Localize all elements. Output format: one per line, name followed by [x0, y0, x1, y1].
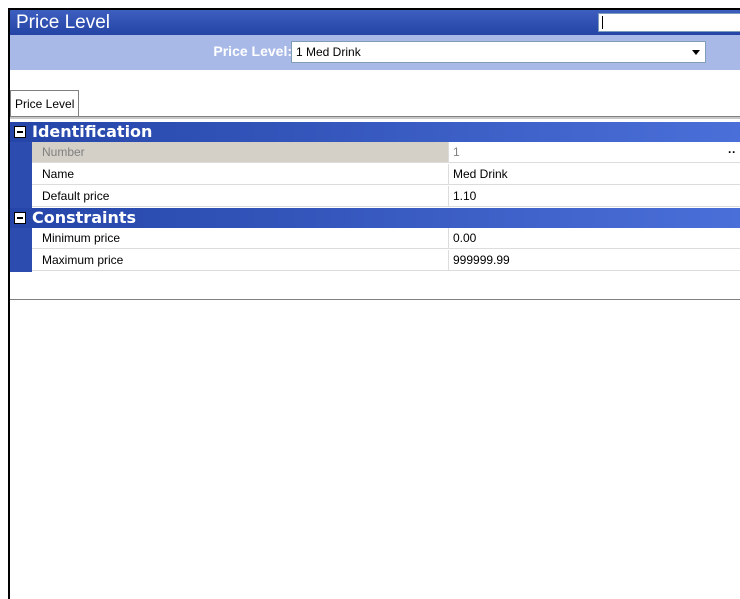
price-level-label: Price Level: — [213, 43, 292, 59]
property-value[interactable]: 999999.99 — [449, 250, 740, 271]
text-caret — [602, 16, 603, 29]
property-row-default-price[interactable]: Default price 1.10 — [10, 186, 740, 208]
property-name: Maximum price — [32, 250, 449, 271]
property-value[interactable]: 1.10 — [449, 186, 740, 207]
property-row-minimum-price[interactable]: Minimum price 0.00 — [10, 228, 740, 250]
collapse-icon[interactable] — [14, 126, 26, 138]
tab-price-level[interactable]: Price Level — [10, 90, 80, 116]
row-gutter — [10, 164, 32, 186]
property-name: Minimum price — [32, 228, 449, 249]
property-value[interactable]: 1 ·· — [449, 142, 740, 163]
search-input[interactable] — [598, 13, 740, 32]
property-name: Name — [32, 164, 449, 185]
property-value[interactable]: 0.00 — [449, 228, 740, 249]
collapse-icon[interactable] — [14, 212, 26, 224]
chevron-down-icon[interactable] — [687, 42, 705, 62]
window-frame: Price Level Price Level: 1 Med Drink Pri… — [8, 8, 740, 599]
selector-bar: Price Level: 1 Med Drink — [10, 35, 740, 70]
property-value[interactable]: Med Drink — [449, 164, 740, 185]
category-constraints[interactable]: Constraints — [10, 208, 740, 228]
property-row-number[interactable]: Number 1 ·· — [10, 142, 740, 164]
property-row-maximum-price[interactable]: Maximum price 999999.99 — [10, 250, 740, 272]
row-gutter — [10, 186, 32, 208]
property-row-name[interactable]: Name Med Drink — [10, 164, 740, 186]
property-name: Default price — [32, 186, 449, 207]
tab-strip: Price Level — [10, 90, 740, 117]
row-gutter — [10, 142, 32, 164]
category-label: Identification — [32, 122, 153, 141]
category-label: Constraints — [32, 208, 137, 227]
window-title: Price Level — [16, 12, 110, 33]
title-bar: Price Level — [10, 10, 740, 35]
property-name: Number — [32, 142, 449, 163]
tab-divider — [10, 117, 740, 119]
ellipsis-icon[interactable]: ·· — [728, 142, 736, 163]
property-grid: Identification Number 1 ·· Name Med Drin… — [10, 122, 740, 272]
category-identification[interactable]: Identification — [10, 122, 740, 142]
row-gutter — [10, 250, 32, 272]
property-value-text: 1 — [453, 145, 460, 159]
price-level-dropdown[interactable]: 1 Med Drink — [291, 41, 706, 63]
row-gutter — [10, 228, 32, 250]
grid-bottom-border — [10, 299, 740, 300]
price-level-value: 1 Med Drink — [296, 45, 361, 59]
